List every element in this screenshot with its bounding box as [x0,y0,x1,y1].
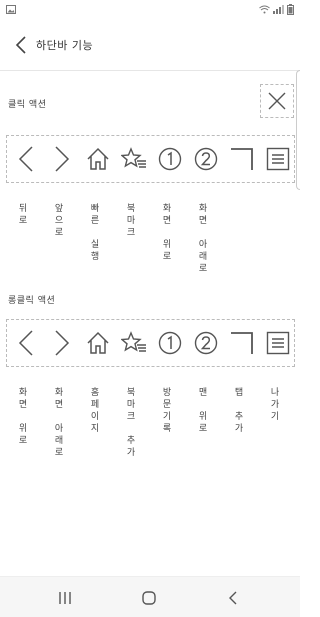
status-bar [0,0,300,22]
bookmark-star-icon [121,147,147,171]
back-icon [17,329,35,357]
gallery-icon [6,5,16,17]
corner-action-button[interactable] [224,136,260,182]
forward-icon [53,145,71,173]
action-label: 빠 른 실 행 [90,204,100,262]
corner-icon [230,331,254,355]
home-nav-icon [142,591,156,605]
action-label: 홈 페 이 지 [90,388,100,434]
corner-icon [230,147,254,171]
divider [0,70,300,71]
navigation-bar [0,576,300,617]
bookmark-star-action-button[interactable] [116,136,152,182]
signal-icon [273,5,284,17]
menu-lines-icon [266,331,290,355]
bookmark-star-action-button[interactable] [116,320,152,366]
wifi-icon [259,5,270,17]
home-action-button[interactable] [80,320,116,366]
action-label: 화 면 위 로 [18,388,28,446]
bookmark-star-icon [121,331,147,355]
action-label: 화 면 위 로 [162,204,172,262]
action-label: 방 문 기 록 [162,388,172,434]
forward-action-button[interactable] [44,320,80,366]
page-title: 하단바 기능 [36,39,94,52]
number-1-icon [158,331,182,355]
back-nav-icon [229,591,237,605]
action-label: 탭 추 가 [234,388,244,434]
back-icon [17,145,35,173]
number-1-action-button[interactable] [152,136,188,182]
action-label: 앞 으 로 [54,204,64,238]
number-2-icon [194,147,218,171]
longclick-action-bar [6,319,295,367]
action-label: 북 마 크 추 가 [126,388,136,458]
back-button[interactable] [10,32,32,58]
app-bar: 하단바 기능 [0,26,300,64]
number-2-action-button[interactable] [188,136,224,182]
close-button[interactable] [260,84,294,118]
chevron-left-icon [15,36,26,54]
action-label: 맨 위 로 [198,388,208,434]
battery-icon [287,4,294,18]
home-icon [86,331,110,355]
edge-panel-handle[interactable] [296,70,300,190]
back-action-button[interactable] [8,320,44,366]
home-icon [86,147,110,171]
forward-action-button[interactable] [44,136,80,182]
number-2-icon [194,331,218,355]
action-label: 북 마 크 [126,204,136,238]
forward-icon [53,329,71,357]
home-action-button[interactable] [80,136,116,182]
menu-lines-action-button[interactable] [260,136,296,182]
action-label: 뒤 로 [18,204,28,226]
recent-apps-button[interactable] [45,585,85,611]
action-label: 나 가 기 [270,388,280,422]
recent-apps-icon [59,592,71,604]
number-1-action-button[interactable] [152,320,188,366]
click-action-bar [6,135,295,183]
number-1-icon [158,147,182,171]
corner-action-button[interactable] [224,320,260,366]
home-button[interactable] [129,585,169,611]
close-icon [268,92,286,110]
menu-lines-action-button[interactable] [260,320,296,366]
nav-back-button[interactable] [213,585,253,611]
menu-lines-icon [266,147,290,171]
action-label: 화 면 아 래 로 [54,388,64,458]
action-label: 화 면 아 래 로 [198,204,208,274]
back-action-button[interactable] [8,136,44,182]
section-label-click: 클릭 액션 [8,100,47,110]
section-label-longclick: 롱클릭 액션 [8,296,56,306]
number-2-action-button[interactable] [188,320,224,366]
